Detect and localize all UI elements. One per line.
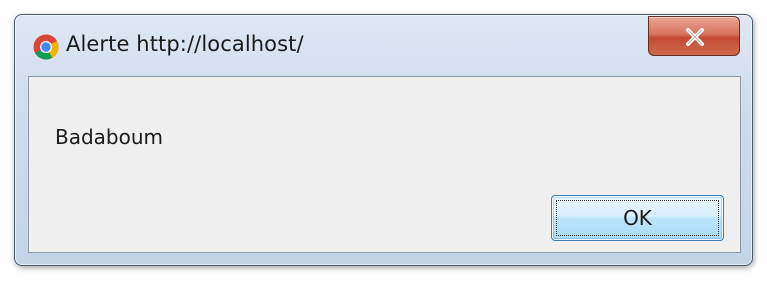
dialog-body: Badaboum OK [28, 76, 741, 253]
alert-message: Badaboum [55, 125, 164, 149]
close-icon [686, 28, 704, 46]
ok-button[interactable]: OK [551, 195, 724, 241]
ok-button-label: OK [623, 206, 652, 230]
title-bar[interactable]: Alerte http://localhost/ [15, 15, 752, 75]
dialog-title: Alerte http://localhost/ [66, 32, 304, 56]
alert-dialog: Alerte http://localhost/ Badaboum OK [14, 14, 753, 266]
close-button[interactable] [648, 16, 740, 56]
chrome-icon [33, 34, 59, 60]
